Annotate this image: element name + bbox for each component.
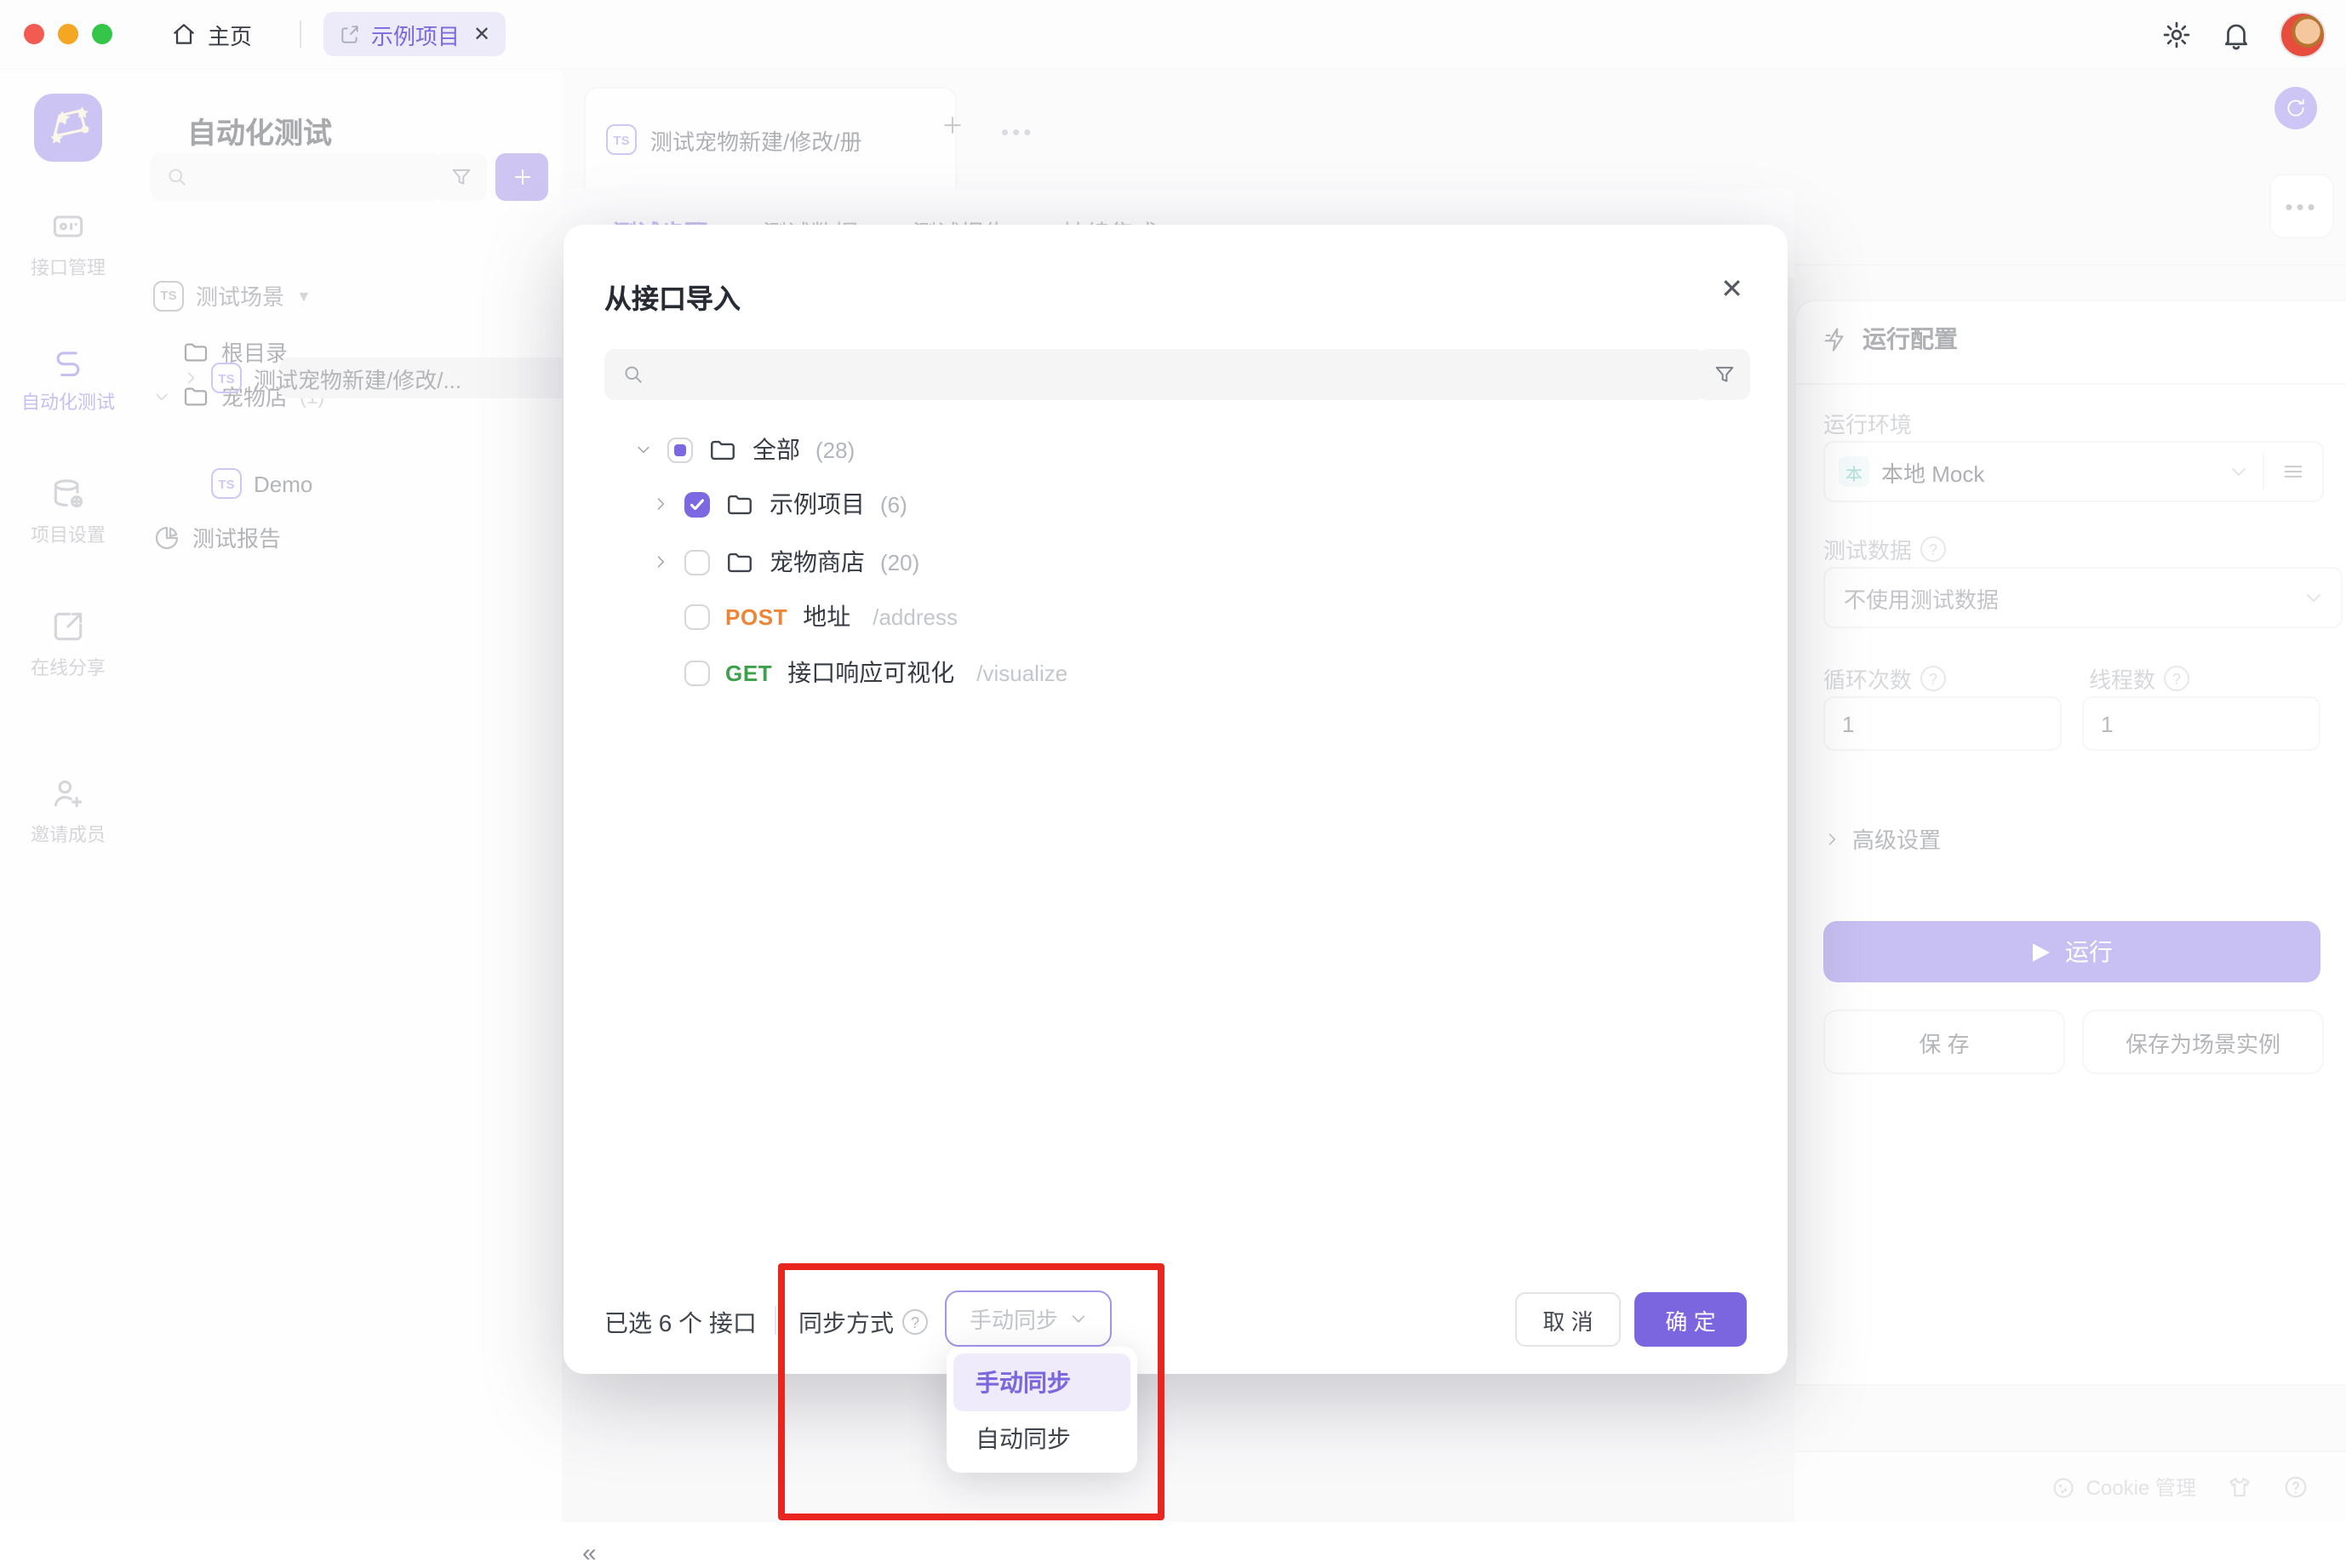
project-tab[interactable]: 示例项目 ✕ <box>323 12 506 56</box>
home-icon <box>170 20 197 48</box>
tree-label: 接口响应可视化 <box>787 655 954 690</box>
api-path: /visualize <box>976 660 1067 685</box>
tree-row-sample-project[interactable]: 示例项目 (6) <box>652 480 907 528</box>
home-label: 主页 <box>208 18 252 50</box>
tree-count: (28) <box>815 437 855 462</box>
api-filter-button[interactable] <box>1697 349 1750 400</box>
modal-footer: 已选 6 个 接口 同步方式 ? 手动同步 取 消 确 定 <box>564 1265 1788 1374</box>
settings-gear-icon[interactable] <box>2160 18 2193 50</box>
close-window-button[interactable] <box>24 24 44 44</box>
checkbox-empty[interactable] <box>684 660 710 685</box>
collapse-sidebar-icon[interactable]: « <box>582 1539 597 1568</box>
notifications-bell-icon[interactable] <box>2220 18 2252 50</box>
import-from-api-modal: 从接口导入 ✕ 全部 (28) 示例项目 (6) 宠物商店 (20) <box>564 225 1788 1374</box>
tree-label: 地址 <box>803 599 850 633</box>
checkbox-empty[interactable] <box>684 604 710 629</box>
tree-label: 示例项目 <box>770 487 865 521</box>
tree-row-all[interactable]: 全部 (28) <box>635 426 855 473</box>
chevron-right-icon[interactable] <box>652 553 669 570</box>
cancel-button[interactable]: 取 消 <box>1515 1292 1621 1347</box>
checkbox-empty[interactable] <box>684 549 710 575</box>
api-search-input[interactable] <box>604 349 1706 400</box>
checkbox-indeterminate[interactable] <box>667 437 693 462</box>
annotation-red-box <box>778 1263 1164 1520</box>
minimize-window-button[interactable] <box>58 24 78 44</box>
tree-row-post-address[interactable]: POST 地址 /address <box>684 592 958 640</box>
external-link-icon <box>339 23 361 45</box>
home-button[interactable]: 主页 <box>170 0 252 68</box>
checkbox-checked[interactable] <box>684 491 710 517</box>
http-method-post: POST <box>725 604 787 629</box>
tree-label: 全部 <box>752 432 800 466</box>
modal-title: 从接口导入 <box>604 276 741 317</box>
app-window: 主页 示例项目 ✕ <box>0 0 2346 1522</box>
tree-count: (20) <box>880 549 919 575</box>
chevron-right-icon[interactable] <box>652 495 669 512</box>
zoom-window-button[interactable] <box>92 24 112 44</box>
close-tab-icon[interactable]: ✕ <box>473 22 490 46</box>
folder-icon <box>725 489 754 518</box>
user-avatar[interactable] <box>2280 11 2326 57</box>
chevron-down-icon[interactable] <box>635 441 652 458</box>
folder-icon <box>708 435 737 464</box>
titlebar-separator <box>300 20 301 48</box>
selected-count-text: 已选 6 个 接口 <box>604 1306 757 1340</box>
confirm-button[interactable]: 确 定 <box>1634 1292 1747 1347</box>
tree-row-get-visualize[interactable]: GET 接口响应可视化 /visualize <box>684 649 1067 696</box>
tree-count: (6) <box>880 491 907 517</box>
tree-label: 宠物商店 <box>770 545 865 579</box>
folder-icon <box>725 547 754 576</box>
modal-close-icon[interactable]: ✕ <box>1720 272 1743 306</box>
divider <box>775 1306 776 1335</box>
titlebar: 主页 示例项目 ✕ <box>0 0 2346 70</box>
http-method-get: GET <box>725 660 772 685</box>
tree-row-pet-shop[interactable]: 宠物商店 (20) <box>652 538 919 586</box>
project-tab-label: 示例项目 <box>371 18 460 50</box>
api-path: /address <box>873 604 958 629</box>
